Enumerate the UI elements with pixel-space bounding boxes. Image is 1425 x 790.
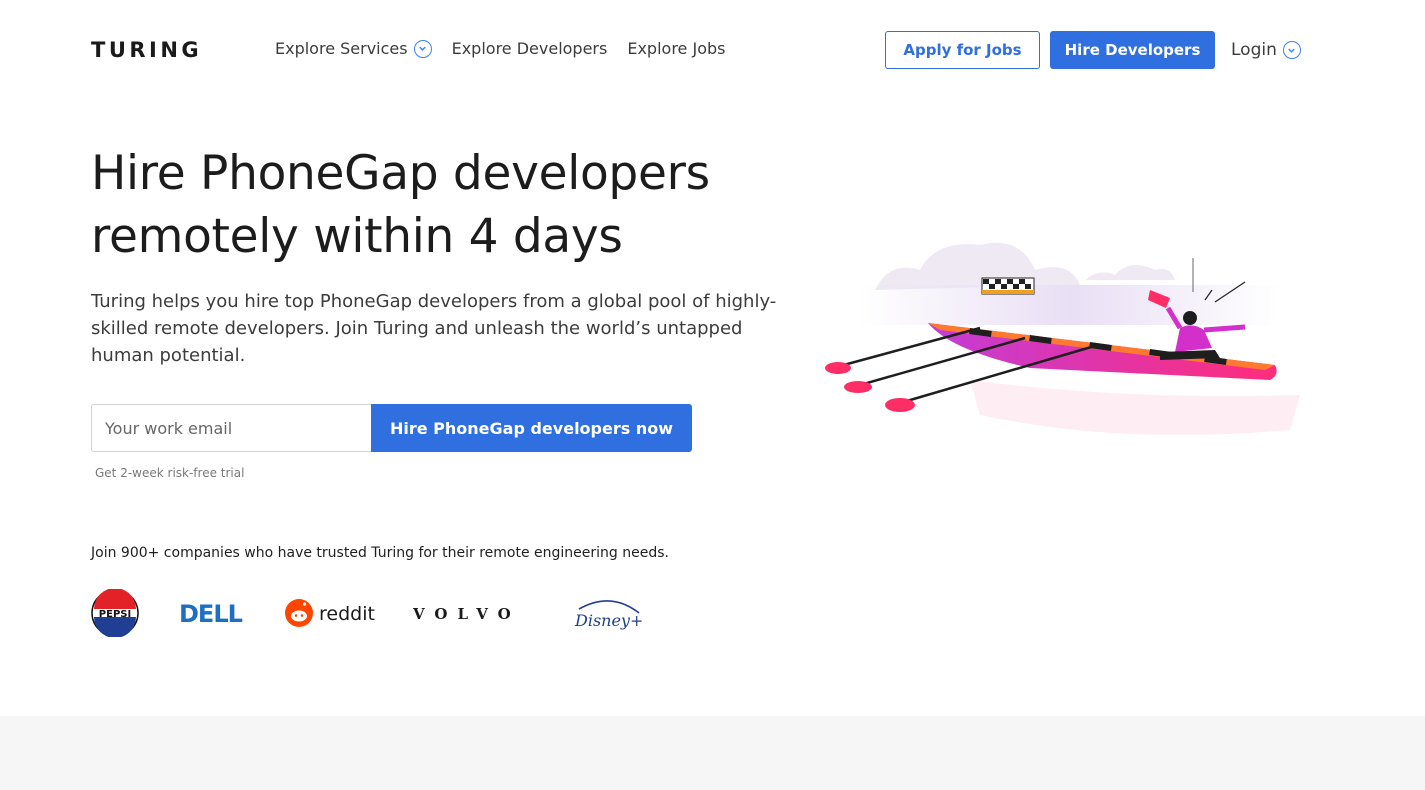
- turing-logo[interactable]: TURING: [91, 38, 202, 62]
- nav-explore-services[interactable]: Explore Services: [275, 39, 432, 58]
- volvo-logo: VOLVO: [413, 590, 538, 636]
- site-header: TURING Explore Services Explore Develope…: [0, 0, 1425, 100]
- reddit-logo-text: reddit: [319, 603, 375, 625]
- hire-developers-button[interactable]: Hire Developers: [1050, 31, 1215, 69]
- dell-logo-text: DELL: [179, 600, 243, 628]
- work-email-input[interactable]: [91, 404, 371, 452]
- apply-for-jobs-button[interactable]: Apply for Jobs: [885, 31, 1040, 69]
- disney-plus-logo: Disney+: [573, 590, 648, 636]
- dell-logo: DELL: [179, 590, 249, 636]
- next-section-band: [0, 716, 1425, 790]
- reddit-logo: reddit: [284, 590, 376, 636]
- nav-explore-developers-label: Explore Developers: [451, 39, 608, 58]
- main-nav: Explore Services Explore Developers Expl…: [275, 39, 725, 58]
- hero-title-line1: Hire PhoneGap developers: [91, 146, 710, 201]
- pepsi-logo: PEPSI: [91, 589, 139, 637]
- nav-explore-jobs[interactable]: Explore Jobs: [627, 39, 725, 58]
- disney-logo-text: Disney+: [574, 611, 643, 630]
- hero-title-line2: remotely within 4 days: [91, 209, 623, 264]
- rowing-boat-illustration: [820, 230, 1310, 450]
- hero-title: Hire PhoneGap developers remotely within…: [91, 142, 791, 268]
- nav-explore-jobs-label: Explore Jobs: [627, 39, 726, 58]
- volvo-logo-text: VOLVO: [413, 605, 521, 623]
- pepsi-logo-text: PEPSI: [99, 609, 131, 620]
- chevron-down-icon: [1282, 41, 1301, 59]
- login-label: Login: [1231, 40, 1277, 60]
- chevron-down-icon: [413, 39, 432, 58]
- client-logos: PEPSI DELL reddit VOLVO Disney+: [91, 589, 651, 637]
- login-menu[interactable]: Login: [1231, 40, 1301, 60]
- trial-note: Get 2-week risk-free trial: [95, 466, 245, 480]
- nav-explore-developers[interactable]: Explore Developers: [452, 39, 608, 58]
- nav-explore-services-label: Explore Services: [275, 39, 408, 58]
- hire-phonegap-developers-button[interactable]: Hire PhoneGap developers now: [371, 404, 692, 452]
- hero-description: Turing helps you hire top PhoneGap devel…: [91, 291, 777, 366]
- trust-statement: Join 900+ companies who have trusted Tur…: [91, 545, 669, 561]
